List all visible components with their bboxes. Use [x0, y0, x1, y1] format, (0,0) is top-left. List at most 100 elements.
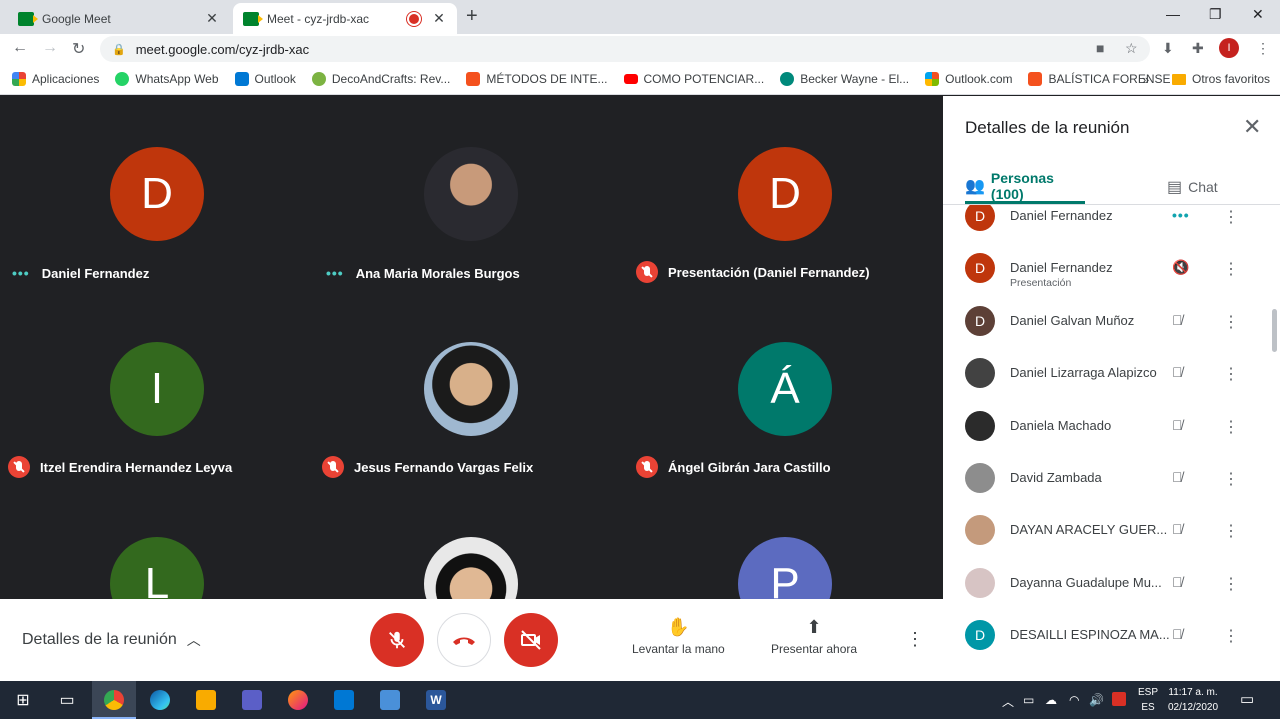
participant-tile[interactable]: Á Ángel Gibrán Jara Castillo: [628, 291, 942, 486]
windows-start-icon[interactable]: ⊞: [12, 690, 34, 710]
antivirus-icon[interactable]: [1112, 692, 1126, 706]
cloud-icon[interactable]: ☁: [1045, 693, 1057, 707]
participant-name: Ana Maria Morales Burgos: [355, 265, 520, 281]
minimize-icon[interactable]: —: [1166, 6, 1180, 22]
download-icon[interactable]: ⬇: [1162, 40, 1174, 57]
participant-list: D Daniel Fernandez ••• ⋮ D Daniel Fernan…: [943, 205, 1280, 681]
camera-icon[interactable]: ■: [1096, 40, 1104, 56]
participant-tile[interactable]: [314, 486, 628, 599]
tab-meet-call[interactable]: Meet - cyz-jrdb-xac ✕: [233, 3, 457, 34]
participant-tile[interactable]: D Presentación (Daniel Fernandez): [628, 96, 942, 291]
close-window-icon[interactable]: ✕: [1252, 6, 1264, 23]
notifications-icon[interactable]: ▭: [1240, 690, 1254, 708]
system-clock[interactable]: 11:17 a. m. 02/12/2020: [1168, 685, 1218, 715]
new-tab-button[interactable]: +: [466, 5, 478, 28]
show-hidden-icons-icon[interactable]: ︿: [1002, 693, 1014, 710]
close-tab-icon[interactable]: ✕: [204, 10, 220, 27]
task-view-icon[interactable]: ▭: [56, 690, 78, 710]
back-icon[interactable]: ←: [12, 39, 28, 57]
avatar-photo: [424, 147, 518, 241]
more-options-icon[interactable]: ⋮: [1223, 574, 1239, 594]
raise-hand-button[interactable]: ✋ Levantar la mano: [632, 617, 725, 656]
bookmark-item[interactable]: COMO POTENCIAR...: [623, 72, 764, 86]
profile-avatar[interactable]: I: [1219, 38, 1239, 58]
more-options-icon[interactable]: ⋮: [1223, 521, 1239, 541]
scrollbar-thumb[interactable]: [1272, 309, 1277, 352]
apps-icon: [12, 72, 26, 86]
folder-icon: [1172, 73, 1186, 85]
bookmark-item[interactable]: Aplicaciones: [12, 72, 99, 86]
camera-toggle-button[interactable]: [504, 613, 558, 667]
participant-tile[interactable]: I Itzel Erendira Hernandez Leyva: [0, 291, 314, 486]
participant-name: Ángel Gibrán Jara Castillo: [668, 459, 831, 475]
volume-icon[interactable]: 🔊: [1089, 693, 1104, 707]
more-options-icon[interactable]: ⋮: [1223, 207, 1239, 227]
list-item[interactable]: David Zambada 🎙̸ ⋮: [943, 462, 1280, 515]
present-now-button[interactable]: ⬆ Presentar ahora: [771, 617, 857, 656]
bookmark-star-icon[interactable]: ☆: [1125, 40, 1138, 57]
language-indicator[interactable]: ESP ES: [1138, 685, 1158, 715]
bookmark-item[interactable]: MÉTODOS DE INTE...: [466, 72, 608, 86]
reload-icon[interactable]: ↻: [72, 39, 85, 59]
tab-chat[interactable]: ▤ Chat: [1167, 170, 1218, 204]
list-item[interactable]: Daniela Machado 🎙̸ ⋮: [943, 410, 1280, 463]
participant-name: Daniel Fernandez: [1010, 208, 1113, 223]
list-item[interactable]: D Daniel Galvan Muñoz 🎙̸ ⋮: [943, 305, 1280, 358]
word-icon[interactable]: W: [426, 690, 446, 710]
mic-off-icon: 🎙̸: [1172, 468, 1183, 485]
menu-kebab-icon[interactable]: ⋮: [1256, 40, 1270, 57]
participant-tile[interactable]: L: [0, 486, 314, 599]
mic-off-icon: 🎙̸: [1172, 311, 1183, 328]
meeting-details-button[interactable]: Detalles de la reunión ︿: [22, 630, 201, 650]
tab-people[interactable]: 👥 Personas (100): [965, 170, 1085, 204]
bookmark-item[interactable]: WhatsApp Web: [115, 72, 219, 86]
more-options-icon[interactable]: ⋮: [1223, 417, 1239, 437]
list-item[interactable]: D Daniel Fernandez Presentación 🔇 ⋮: [943, 253, 1280, 305]
address-bar[interactable]: 🔒 meet.google.com/cyz-jrdb-xac: [100, 36, 1150, 62]
bookmark-item[interactable]: DecoAndCrafts: Rev...: [311, 72, 450, 86]
list-item[interactable]: Dayanna Guadalupe Mu... 🎙̸ ⋮: [943, 567, 1280, 620]
participant-tile[interactable]: P: [628, 486, 942, 599]
participant-tile[interactable]: Jesus Fernando Vargas Felix: [314, 291, 628, 486]
more-options-icon[interactable]: ⋮: [1223, 626, 1239, 646]
list-item[interactable]: Daniel Lizarraga Alapizco 🎙̸ ⋮: [943, 358, 1280, 410]
store-icon[interactable]: [242, 690, 262, 710]
more-options-icon[interactable]: ⋮: [1223, 364, 1239, 384]
participant-name: Presentación (Daniel Fernandez): [668, 264, 870, 280]
other-bookmarks[interactable]: Otros favoritos: [1172, 72, 1270, 86]
bookmark-item[interactable]: Becker Wayne - El...: [780, 72, 909, 86]
wifi-icon[interactable]: ◠: [1069, 693, 1079, 707]
edge-icon[interactable]: [150, 690, 170, 710]
leave-call-button[interactable]: [437, 613, 491, 667]
more-options-icon[interactable]: ⋮: [1223, 312, 1239, 332]
globe-icon: [780, 72, 795, 86]
tab-google-meet[interactable]: Google Meet ✕: [8, 3, 230, 34]
bookmark-item[interactable]: Outlook: [234, 72, 296, 86]
close-panel-icon[interactable]: ✕: [1243, 114, 1261, 140]
more-bookmarks-icon[interactable]: »: [1142, 72, 1149, 87]
close-tab-icon[interactable]: ✕: [431, 10, 447, 27]
participant-name: Daniel Fernandez: [1010, 260, 1113, 276]
mic-toggle-button[interactable]: [370, 613, 424, 667]
video-grid: D ••• Daniel Fernandez ••• Ana Maria Moral…: [0, 96, 943, 599]
more-options-icon[interactable]: ⋮: [1223, 469, 1239, 489]
avatar: D: [965, 205, 995, 231]
mail-icon[interactable]: [334, 690, 354, 710]
file-explorer-icon[interactable]: [196, 690, 216, 710]
list-item[interactable]: D Daniel Fernandez ••• ⋮: [943, 205, 1280, 253]
firefox-icon[interactable]: [288, 690, 308, 710]
bookmark-item[interactable]: Outlook.com: [925, 72, 1012, 86]
chrome-icon[interactable]: [104, 690, 124, 710]
list-item[interactable]: D DESAILLI ESPINOZA MA... 🎙̸ ⋮: [943, 620, 1280, 672]
list-item[interactable]: DAYAN ARACELY GUER... 🎙̸ ⋮: [943, 515, 1280, 567]
participant-tile[interactable]: ••• Ana Maria Morales Burgos: [314, 96, 628, 291]
participant-tile[interactable]: D ••• Daniel Fernandez: [0, 96, 314, 291]
more-options-icon[interactable]: ⋮: [1223, 259, 1239, 279]
maximize-icon[interactable]: ❐: [1209, 6, 1222, 23]
forward-icon[interactable]: →: [42, 39, 58, 57]
avatar-photo: [965, 567, 995, 598]
remote-desktop-icon[interactable]: [380, 690, 400, 710]
more-options-icon[interactable]: ⋮: [906, 629, 924, 650]
device-icon[interactable]: ▭: [1023, 693, 1034, 707]
extensions-icon[interactable]: ✚: [1192, 40, 1204, 57]
